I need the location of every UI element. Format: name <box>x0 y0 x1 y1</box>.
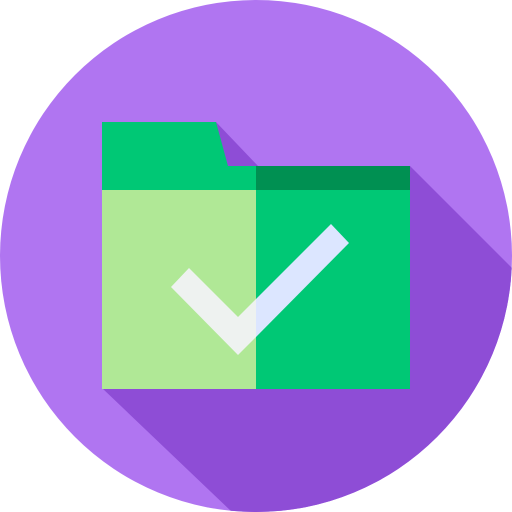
folder-check-icon-stage <box>0 0 512 512</box>
folder-check-icon <box>0 0 512 512</box>
folder-right-top-band <box>256 166 410 190</box>
